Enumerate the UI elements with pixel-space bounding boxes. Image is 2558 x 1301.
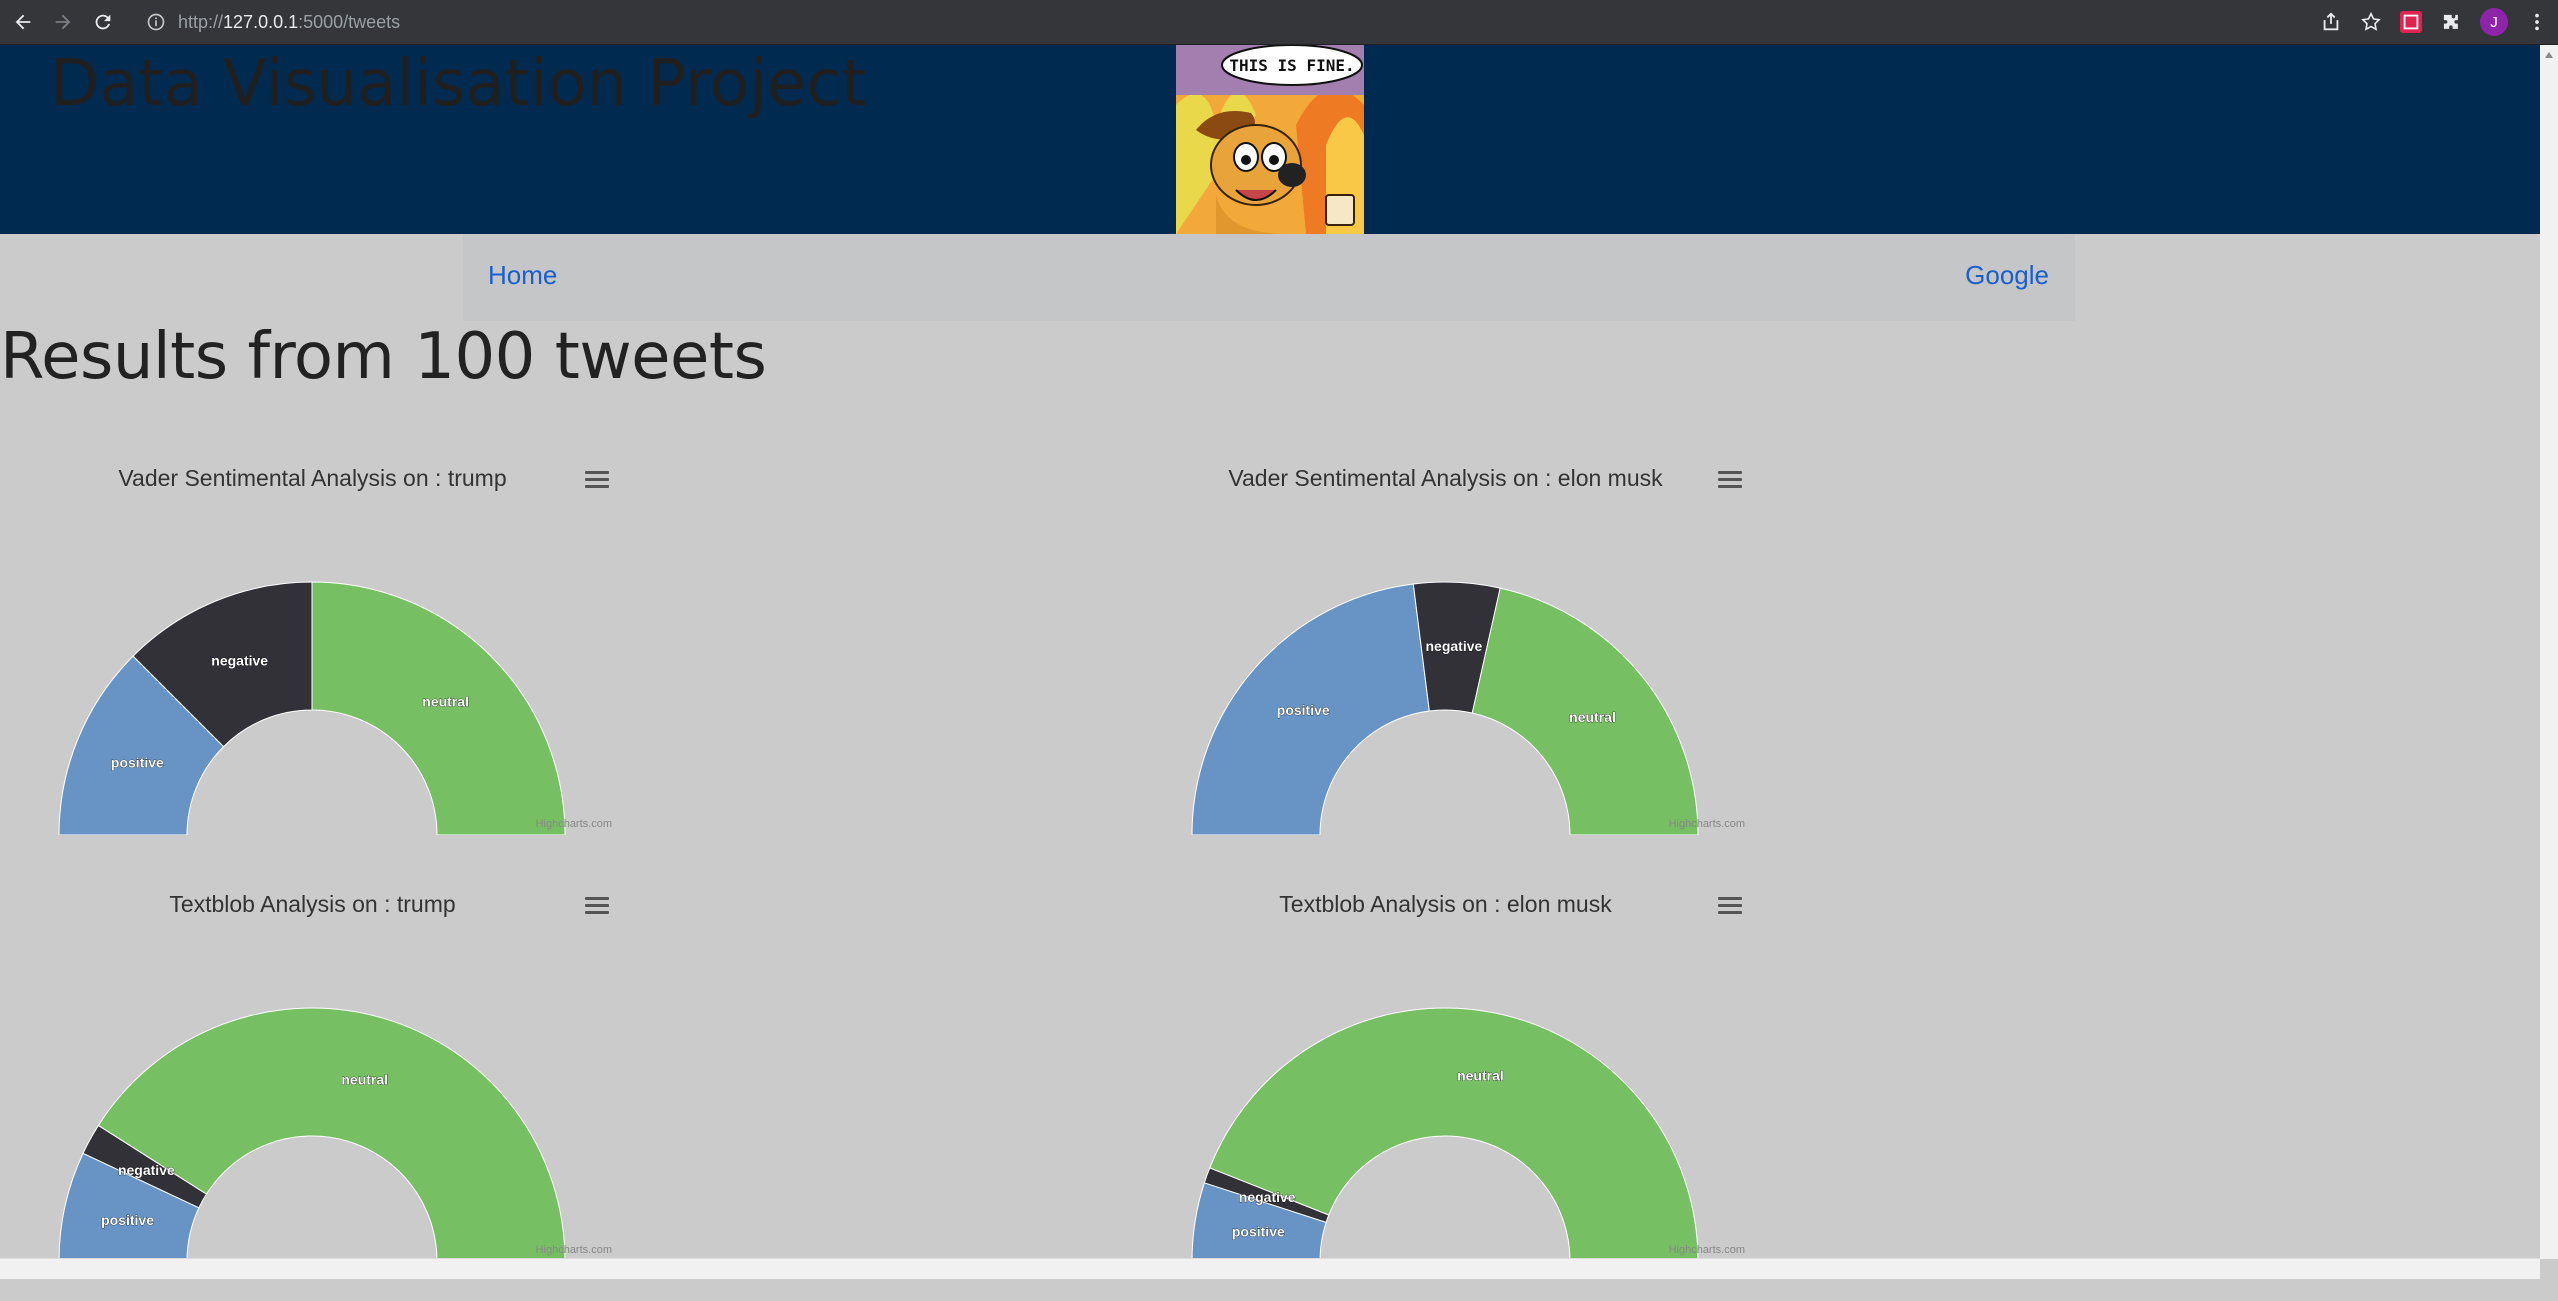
data-label-positive: positive xyxy=(1277,702,1330,718)
top-navigation: Home Google xyxy=(463,234,2075,321)
chart-vader-elon-musk: Vader Sentimental Analysis on : elon mus… xyxy=(1133,455,1753,875)
chart-credit[interactable]: Highcharts.com xyxy=(1669,818,1745,830)
site-header: Data Visualisation Project THIS IS FINE. xyxy=(0,45,2540,234)
reload-icon[interactable] xyxy=(86,5,120,39)
chart-credit[interactable]: Highcharts.com xyxy=(1669,1244,1745,1256)
data-label-neutral: neutral xyxy=(341,1072,388,1088)
data-label-negative: negative xyxy=(1425,638,1482,654)
data-label-positive: positive xyxy=(111,755,164,771)
horizontal-scrollbar[interactable] xyxy=(0,1258,2540,1279)
chart-credit[interactable]: Highcharts.com xyxy=(536,1244,612,1256)
semi-donut-chart: positive negative neutral xyxy=(58,581,566,835)
data-label-neutral: neutral xyxy=(1457,1067,1504,1083)
data-label-positive: positive xyxy=(101,1212,154,1228)
semi-donut-chart: positive negative neutral xyxy=(1191,581,1699,835)
url-text[interactable]: http://127.0.0.1:5000/tweets xyxy=(178,12,400,33)
nav-link-home[interactable]: Home xyxy=(488,260,557,291)
this-is-fine-meme-image: THIS IS FINE. xyxy=(1176,45,1364,234)
semi-donut-chart: positive negative neutral xyxy=(58,1007,566,1261)
extension-icon[interactable] xyxy=(2400,11,2422,33)
kebab-menu-icon[interactable] xyxy=(2526,11,2548,33)
info-icon[interactable] xyxy=(146,12,166,32)
scroll-up-icon[interactable] xyxy=(2544,51,2554,59)
chart-credit[interactable]: Highcharts.com xyxy=(536,818,612,830)
chart-vader-trump: Vader Sentimental Analysis on : trump po… xyxy=(0,455,620,875)
data-label-neutral: neutral xyxy=(1569,709,1616,725)
bookmark-star-icon[interactable] xyxy=(2360,11,2382,33)
profile-avatar[interactable]: J xyxy=(2480,8,2508,36)
data-label-negative: negative xyxy=(118,1162,175,1178)
address-bar[interactable]: http://127.0.0.1:5000/tweets xyxy=(136,6,2336,38)
site-title: Data Visualisation Project xyxy=(50,47,867,121)
share-icon[interactable] xyxy=(2320,11,2342,33)
data-label-negative: negative xyxy=(211,652,268,668)
vertical-scrollbar[interactable] xyxy=(2540,45,2558,1259)
semi-donut-chart: positive negative neutral xyxy=(1191,1007,1699,1261)
svg-text:THIS IS FINE.: THIS IS FINE. xyxy=(1229,56,1354,75)
browser-toolbar: http://127.0.0.1:5000/tweets J xyxy=(0,0,2558,45)
chart-textblob-trump: Textblob Analysis on : trump positive neg… xyxy=(0,881,620,1301)
chart-textblob-elon-musk: Textblob Analysis on : elon musk positiv… xyxy=(1133,881,1753,1301)
data-label-neutral: neutral xyxy=(422,693,469,709)
data-label-positive: positive xyxy=(1232,1223,1285,1239)
data-label-negative: negative xyxy=(1239,1189,1296,1205)
results-heading: Results from 100 tweets xyxy=(0,320,767,394)
extensions-puzzle-icon[interactable] xyxy=(2440,11,2462,33)
back-icon[interactable] xyxy=(6,5,40,39)
nav-link-google[interactable]: Google xyxy=(1965,260,2049,291)
forward-icon[interactable] xyxy=(46,5,80,39)
